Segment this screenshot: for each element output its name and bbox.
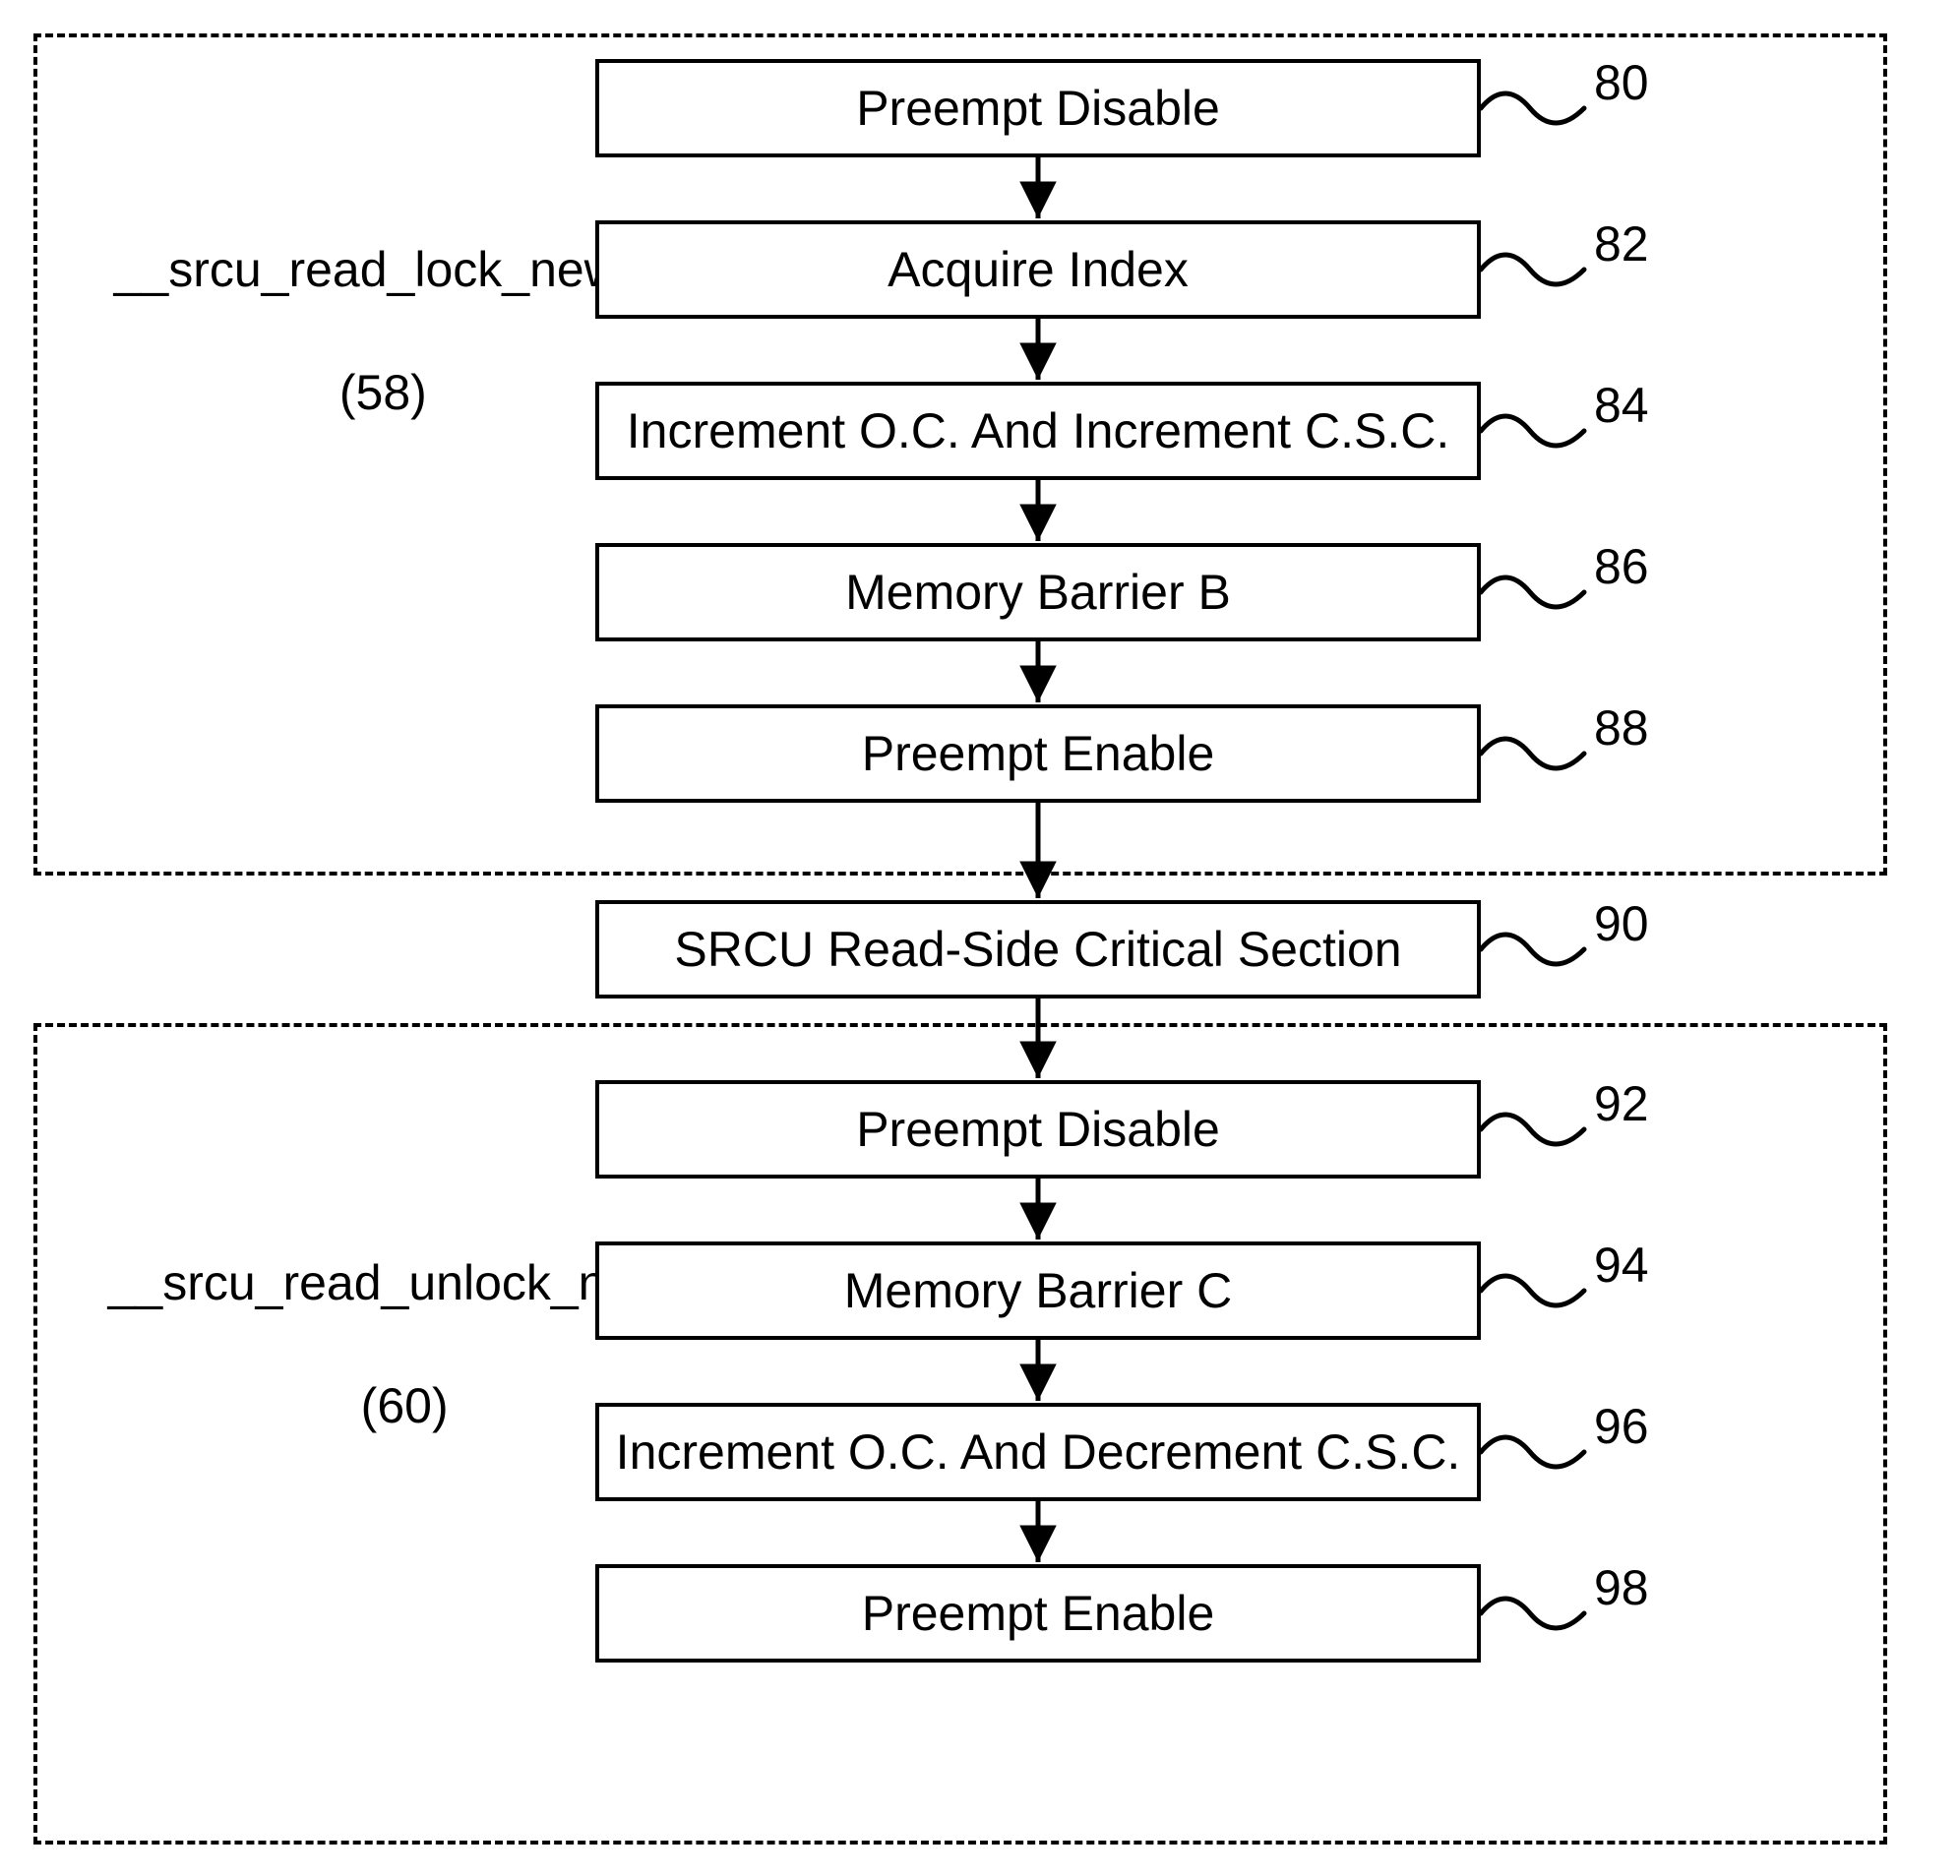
ref-88: 88 [1594, 699, 1649, 756]
node-acquire-index: Acquire Index [595, 220, 1481, 319]
group-lock-title: __srcu_read_lock_new() [114, 242, 653, 297]
ref-80: 80 [1594, 54, 1649, 111]
flowchart: __srcu_read_lock_new() (58) __srcu_read_… [0, 0, 1960, 1876]
ref-82: 82 [1594, 215, 1649, 272]
node-preempt-disable-2: Preempt Disable [595, 1080, 1481, 1179]
group-lock-subtitle: (58) [339, 365, 427, 420]
group-lock-label: __srcu_read_lock_new() (58) [59, 177, 652, 485]
node-preempt-disable-1: Preempt Disable [595, 59, 1481, 157]
ref-92: 92 [1594, 1075, 1649, 1132]
node-srcu-critical-section: SRCU Read-Side Critical Section [595, 900, 1481, 999]
node-increment-oc-csc: Increment O.C. And Increment C.S.C. [595, 382, 1481, 480]
node-memory-barrier-c: Memory Barrier C [595, 1241, 1481, 1340]
ref-96: 96 [1594, 1398, 1649, 1455]
group-unlock-subtitle: (60) [361, 1378, 449, 1433]
ref-94: 94 [1594, 1237, 1649, 1294]
ref-86: 86 [1594, 538, 1649, 595]
node-memory-barrier-b: Memory Barrier B [595, 543, 1481, 641]
node-increment-oc-decrement-csc: Increment O.C. And Decrement C.S.C. [595, 1403, 1481, 1501]
ref-84: 84 [1594, 377, 1649, 434]
node-preempt-enable-1: Preempt Enable [595, 704, 1481, 803]
node-preempt-enable-2: Preempt Enable [595, 1564, 1481, 1663]
ref-98: 98 [1594, 1559, 1649, 1616]
ref-90: 90 [1594, 895, 1649, 952]
